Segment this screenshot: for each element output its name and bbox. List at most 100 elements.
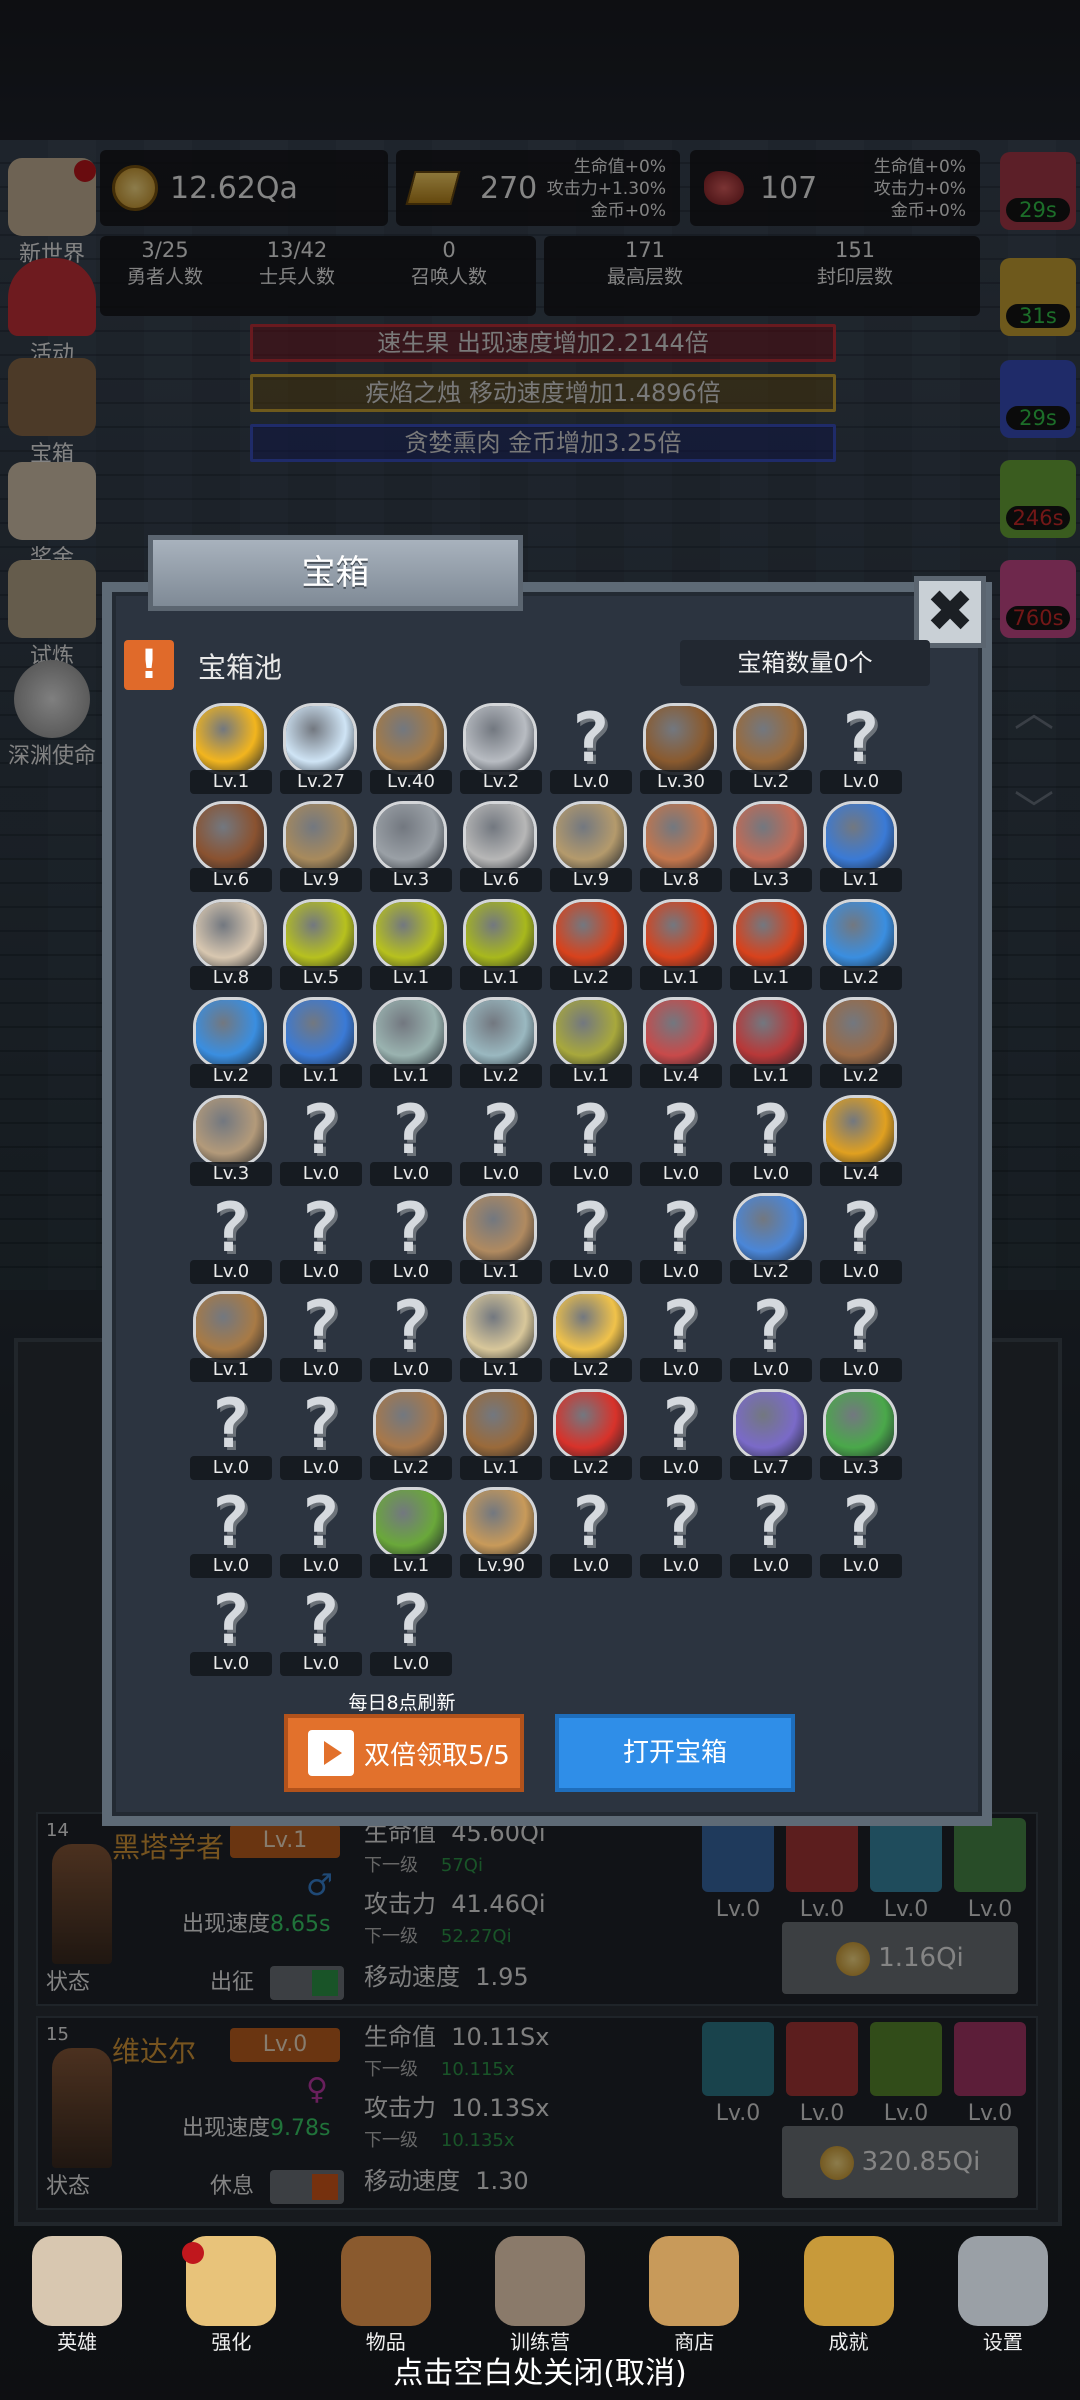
item-slot[interactable]: Lv.4 bbox=[636, 994, 726, 1092]
nav-gear[interactable]: 设置 bbox=[948, 2230, 1058, 2360]
item-slot[interactable]: ? Lv.0 bbox=[456, 1092, 546, 1190]
item-slot[interactable]: Lv.7 bbox=[726, 1386, 816, 1484]
item-slot[interactable]: Lv.1 bbox=[366, 994, 456, 1092]
item-slot[interactable]: Lv.3 bbox=[366, 798, 456, 896]
item-slot[interactable]: ? Lv.0 bbox=[276, 1386, 366, 1484]
item-slot[interactable]: ? Lv.0 bbox=[546, 700, 636, 798]
item-slot[interactable]: ? Lv.0 bbox=[276, 1582, 366, 1680]
item-slot[interactable]: Lv.1 bbox=[186, 1288, 276, 1386]
item-slot[interactable]: Lv.1 bbox=[456, 896, 546, 994]
item-level: Lv.5 bbox=[280, 966, 362, 990]
item-slot[interactable]: ? Lv.0 bbox=[276, 1190, 366, 1288]
item-slot[interactable]: Lv.2 bbox=[546, 896, 636, 994]
item-level: Lv.1 bbox=[640, 966, 722, 990]
item-slot[interactable]: ? Lv.0 bbox=[186, 1190, 276, 1288]
item-slot[interactable]: ? Lv.0 bbox=[726, 1288, 816, 1386]
item-slot[interactable]: Lv.40 bbox=[366, 700, 456, 798]
item-level: Lv.0 bbox=[640, 1358, 722, 1382]
item-slot[interactable]: Lv.1 bbox=[366, 1484, 456, 1582]
item-slot[interactable]: ? Lv.0 bbox=[636, 1092, 726, 1190]
item-slot[interactable]: Lv.2 bbox=[816, 994, 906, 1092]
item-slot[interactable]: Lv.1 bbox=[456, 1288, 546, 1386]
item-slot[interactable]: ? Lv.0 bbox=[366, 1190, 456, 1288]
item-slot[interactable]: ? Lv.0 bbox=[276, 1484, 366, 1582]
item-slot[interactable]: ? Lv.0 bbox=[546, 1484, 636, 1582]
item-slot[interactable]: Lv.2 bbox=[816, 896, 906, 994]
item-slot[interactable]: ? Lv.0 bbox=[186, 1582, 276, 1680]
item-level: Lv.8 bbox=[640, 868, 722, 892]
item-slot[interactable]: Lv.3 bbox=[726, 798, 816, 896]
item-slot[interactable]: ? Lv.0 bbox=[366, 1288, 456, 1386]
close-button[interactable]: ✖ bbox=[914, 576, 986, 648]
nav-candle[interactable]: 强化 bbox=[176, 2230, 286, 2360]
unknown-icon: ? bbox=[839, 699, 881, 778]
item-slot[interactable]: Lv.1 bbox=[186, 700, 276, 798]
item-slot[interactable]: Lv.6 bbox=[456, 798, 546, 896]
item-slot[interactable]: Lv.2 bbox=[186, 994, 276, 1092]
item-slot[interactable]: ? Lv.0 bbox=[816, 1484, 906, 1582]
item-slot[interactable]: ? Lv.0 bbox=[726, 1484, 816, 1582]
item-level: Lv.9 bbox=[550, 868, 632, 892]
item-slot[interactable]: Lv.1 bbox=[726, 994, 816, 1092]
unknown-icon: ? bbox=[479, 1091, 521, 1170]
nav-mug[interactable]: 商店 bbox=[639, 2230, 749, 2360]
item-slot[interactable]: Lv.4 bbox=[816, 1092, 906, 1190]
open-chest-button[interactable]: 打开宝箱 bbox=[555, 1714, 795, 1792]
chest-count: 宝箱数量0个 bbox=[680, 640, 930, 686]
nav-lantern[interactable]: 训练营 bbox=[485, 2230, 595, 2360]
item-slot[interactable]: ? Lv.0 bbox=[276, 1092, 366, 1190]
item-slot[interactable]: Lv.2 bbox=[726, 700, 816, 798]
item-level: Lv.4 bbox=[640, 1064, 722, 1088]
item-slot[interactable]: ? Lv.0 bbox=[366, 1582, 456, 1680]
item-slot[interactable]: Lv.2 bbox=[726, 1190, 816, 1288]
item-slot[interactable]: ? Lv.0 bbox=[636, 1190, 726, 1288]
potion-icon bbox=[556, 902, 624, 968]
item-slot[interactable]: ? Lv.0 bbox=[636, 1288, 726, 1386]
item-slot[interactable]: Lv.2 bbox=[546, 1288, 636, 1386]
item-slot[interactable]: Lv.1 bbox=[456, 1386, 546, 1484]
item-slot[interactable]: ? Lv.0 bbox=[816, 1190, 906, 1288]
item-slot[interactable]: Lv.5 bbox=[276, 896, 366, 994]
item-slot[interactable]: ? Lv.0 bbox=[186, 1386, 276, 1484]
boot-icon bbox=[196, 1098, 264, 1164]
item-slot[interactable]: Lv.8 bbox=[636, 798, 726, 896]
unknown-icon: ? bbox=[569, 1483, 611, 1562]
item-slot[interactable]: Lv.1 bbox=[816, 798, 906, 896]
item-slot[interactable]: Lv.1 bbox=[456, 1190, 546, 1288]
item-slot[interactable]: ? Lv.0 bbox=[366, 1092, 456, 1190]
nav-skull[interactable]: 英雄 bbox=[22, 2230, 132, 2360]
item-slot[interactable]: ? Lv.0 bbox=[636, 1386, 726, 1484]
item-slot[interactable]: ? Lv.0 bbox=[546, 1092, 636, 1190]
item-slot[interactable]: Lv.1 bbox=[636, 896, 726, 994]
item-slot[interactable]: Lv.1 bbox=[546, 994, 636, 1092]
item-slot[interactable]: ? Lv.0 bbox=[186, 1484, 276, 1582]
item-slot[interactable]: Lv.30 bbox=[636, 700, 726, 798]
item-slot[interactable]: Lv.9 bbox=[276, 798, 366, 896]
double-claim-button[interactable]: 双倍领取5/5 bbox=[284, 1714, 524, 1792]
wand-icon bbox=[736, 1196, 804, 1262]
item-slot[interactable]: Lv.1 bbox=[726, 896, 816, 994]
item-slot[interactable]: Lv.9 bbox=[546, 798, 636, 896]
nav-key[interactable]: 成就 bbox=[794, 2230, 904, 2360]
modal-title: 宝箱 bbox=[148, 535, 523, 611]
item-slot[interactable]: Lv.2 bbox=[366, 1386, 456, 1484]
item-slot[interactable]: ? Lv.0 bbox=[816, 700, 906, 798]
item-slot[interactable]: Lv.2 bbox=[456, 994, 546, 1092]
item-slot[interactable]: Lv.3 bbox=[186, 1092, 276, 1190]
item-slot[interactable]: Lv.27 bbox=[276, 700, 366, 798]
item-slot[interactable]: ? Lv.0 bbox=[816, 1288, 906, 1386]
item-slot[interactable]: Lv.1 bbox=[366, 896, 456, 994]
item-slot[interactable]: ? Lv.0 bbox=[276, 1288, 366, 1386]
item-slot[interactable]: ? Lv.0 bbox=[636, 1484, 726, 1582]
item-slot[interactable]: Lv.3 bbox=[816, 1386, 906, 1484]
item-slot[interactable]: Lv.8 bbox=[186, 896, 276, 994]
item-slot[interactable]: Lv.90 bbox=[456, 1484, 546, 1582]
item-slot[interactable]: Lv.2 bbox=[456, 700, 546, 798]
item-slot[interactable]: ? Lv.0 bbox=[726, 1092, 816, 1190]
item-slot[interactable]: ? Lv.0 bbox=[546, 1190, 636, 1288]
staff-icon bbox=[466, 1196, 534, 1262]
item-slot[interactable]: Lv.6 bbox=[186, 798, 276, 896]
item-slot[interactable]: Lv.2 bbox=[546, 1386, 636, 1484]
item-slot[interactable]: Lv.1 bbox=[276, 994, 366, 1092]
nav-book[interactable]: 物品 bbox=[331, 2230, 441, 2360]
